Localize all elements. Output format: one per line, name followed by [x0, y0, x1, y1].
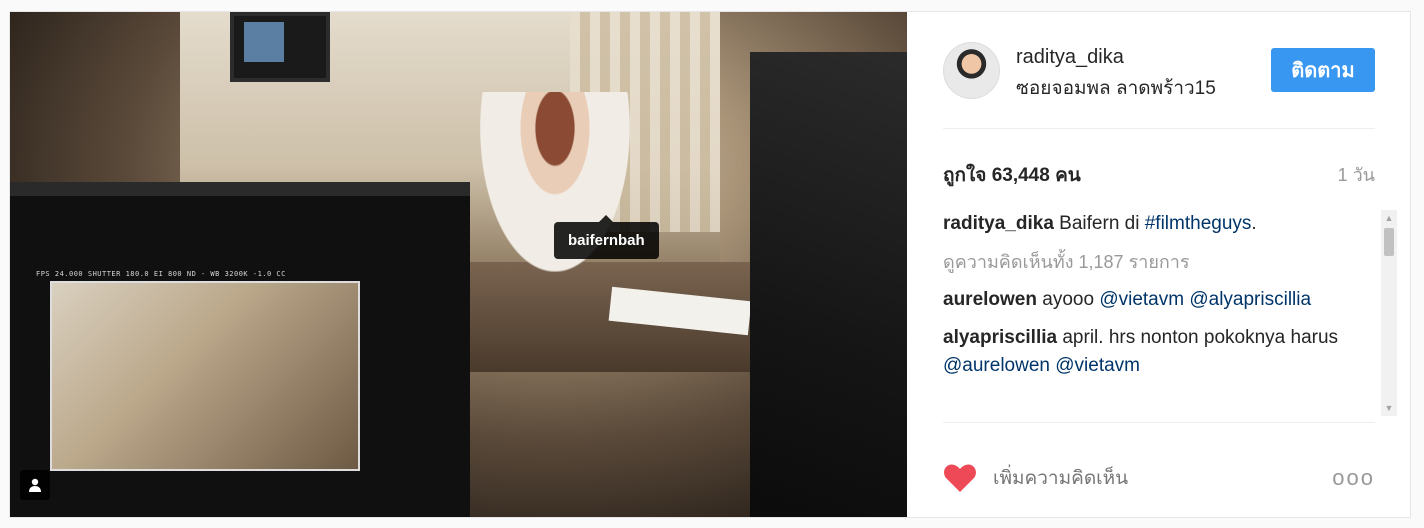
more-options-icon[interactable]: ooo — [1332, 465, 1375, 491]
follow-button[interactable]: ติดตาม — [1271, 48, 1375, 92]
caption-text: Baifern di — [1053, 213, 1145, 234]
photo-field-monitor: FPS 24.000 SHUTTER 180.0 EI 800 ND - WB … — [10, 182, 470, 517]
list-item: alyapriscillia april. hrs nonton pokokny… — [943, 324, 1371, 380]
likes-count[interactable]: ถูกใจ 63,448 คน — [943, 160, 1081, 190]
monitor-screen — [50, 281, 360, 471]
photo-camera-rig — [750, 52, 907, 517]
scroll-down-icon[interactable]: ▼ — [1381, 400, 1397, 416]
photo-light-monitor — [230, 12, 330, 82]
post-card: FPS 24.000 SHUTTER 180.0 EI 800 ND - WB … — [9, 11, 1411, 518]
post-time[interactable]: 1 วัน — [1338, 160, 1375, 189]
caption: raditya_dika Baifern di #filmtheguys. — [943, 210, 1371, 238]
monitor-hud: FPS 24.000 SHUTTER 180.0 EI 800 ND - WB … — [36, 270, 286, 278]
location-link[interactable]: ซอยจอมพล ลาดพร้าว15 — [1016, 73, 1216, 103]
mention-link[interactable]: @vietavm — [1055, 355, 1140, 376]
heart-icon[interactable] — [943, 463, 977, 493]
comments-panel: raditya_dika Baifern di #filmtheguys. ดู… — [943, 210, 1397, 416]
mention-link[interactable]: @aurelowen — [943, 355, 1050, 376]
post-sidebar: raditya_dika ซอยจอมพล ลาดพร้าว15 ติดตาม … — [907, 12, 1411, 517]
mention-link[interactable]: @alyapriscillia — [1189, 289, 1311, 310]
user-icon — [29, 478, 41, 492]
view-all-comments-link[interactable]: ดูความคิดเห็นทั้ง 1,187 รายการ — [943, 248, 1371, 276]
post-photo[interactable]: FPS 24.000 SHUTTER 180.0 EI 800 ND - WB … — [10, 12, 907, 517]
scroll-thumb[interactable] — [1384, 228, 1394, 256]
comment-text: april. hrs nonton pokoknya harus — [1057, 327, 1339, 348]
mention-link[interactable]: @vietavm — [1099, 289, 1184, 310]
add-comment-input[interactable] — [993, 463, 1253, 493]
caption-suffix: . — [1251, 213, 1257, 234]
comment-author[interactable]: aurelowen — [943, 289, 1037, 310]
comments-list: raditya_dika Baifern di #filmtheguys. ดู… — [943, 210, 1371, 390]
likes-row: ถูกใจ 63,448 คน 1 วัน — [943, 160, 1375, 190]
avatar[interactable] — [943, 42, 1000, 99]
hashtag-link[interactable]: #filmtheguys — [1145, 213, 1252, 234]
post-actions: ooo — [943, 422, 1375, 517]
post-header: raditya_dika ซอยจอมพล ลาดพร้าว15 ติดตาม — [943, 12, 1375, 129]
scroll-up-icon[interactable]: ▲ — [1381, 210, 1397, 226]
caption-author[interactable]: raditya_dika — [943, 213, 1054, 234]
comment-text: ayooo — [1036, 289, 1100, 310]
comments-scrollbar[interactable]: ▲ ▼ — [1381, 210, 1397, 416]
list-item: aurelowen ayooo @vietavm @alyapriscillia — [943, 286, 1371, 314]
user-tag-label[interactable]: baifernbah — [554, 215, 659, 259]
user-tags-button[interactable] — [20, 470, 50, 500]
username-link[interactable]: raditya_dika — [1016, 46, 1124, 69]
comment-author[interactable]: alyapriscillia — [943, 327, 1057, 348]
